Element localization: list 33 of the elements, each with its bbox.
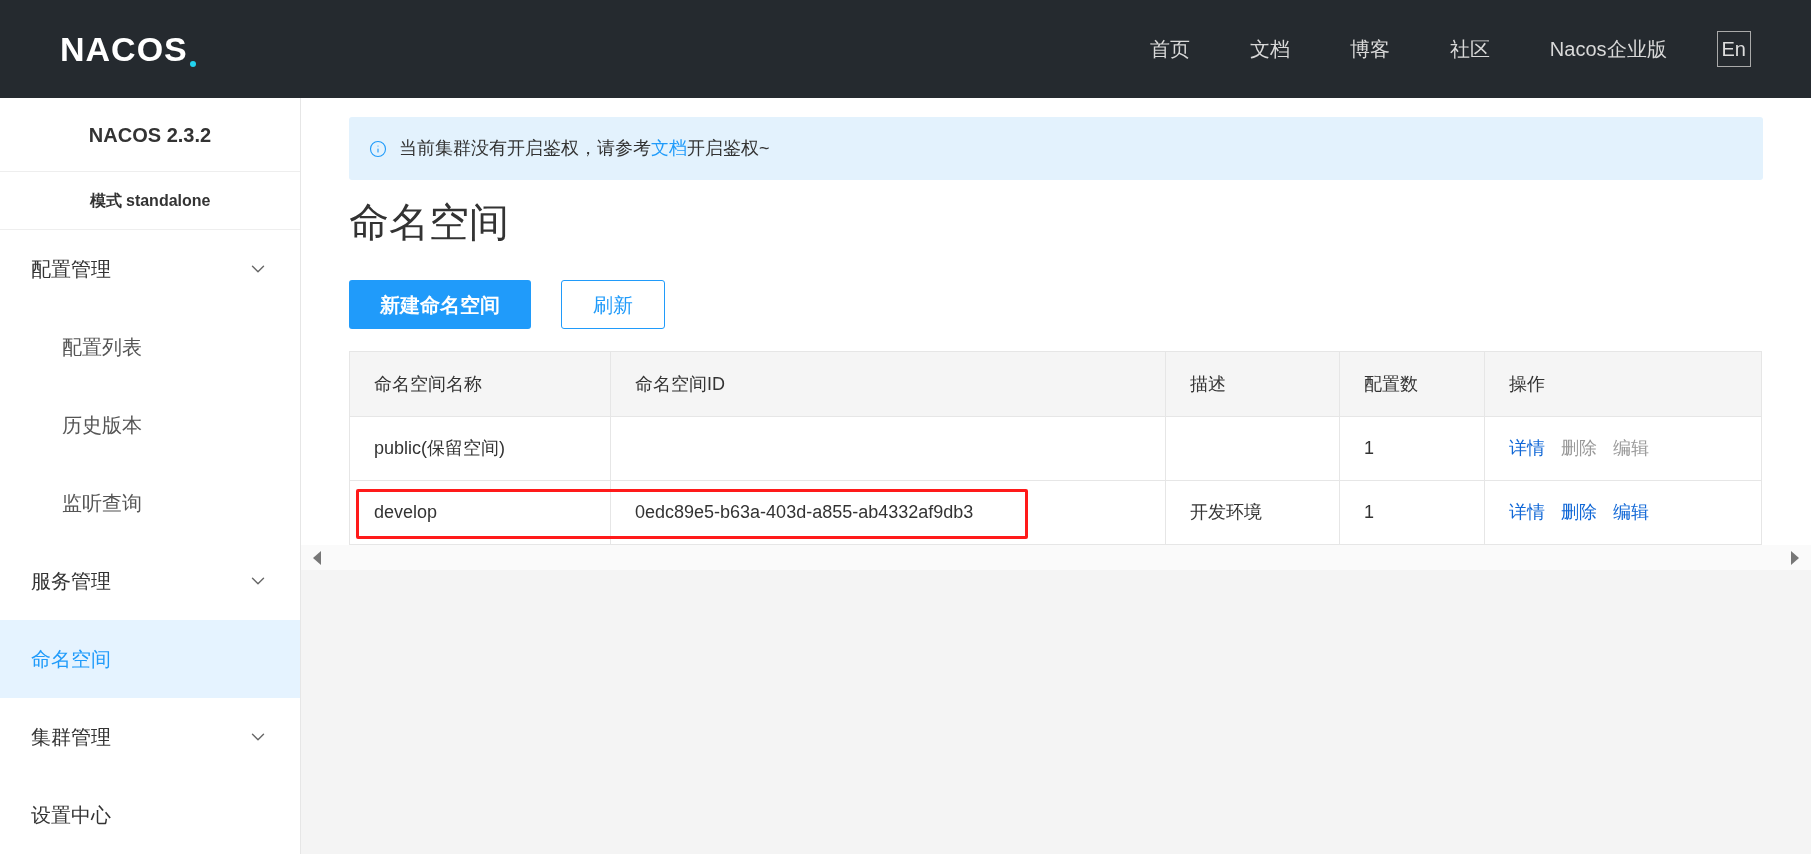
table-cell-text: 1 <box>1364 501 1374 524</box>
action-link[interactable]: 详情 <box>1509 435 1545 462</box>
action-link[interactable]: 编辑 <box>1613 499 1649 526</box>
action-link[interactable]: 详情 <box>1509 499 1545 526</box>
logo[interactable]: NACOS <box>60 23 196 75</box>
nav-link[interactable]: 首页 <box>1149 34 1190 64</box>
action-link[interactable]: 删除 <box>1561 499 1597 526</box>
scroll-right-icon[interactable] <box>1791 550 1799 565</box>
sidebar-subitem[interactable]: 配置列表 <box>0 308 300 386</box>
mode-label: 模式 standalone <box>0 172 300 230</box>
page-title: 命名空间 <box>349 199 510 246</box>
scroll-left-icon[interactable] <box>313 550 321 565</box>
sidebar-subitem[interactable]: 历史版本 <box>0 386 300 464</box>
nav-link[interactable]: 社区 <box>1449 34 1490 64</box>
sidebar-item[interactable]: 配置管理 <box>0 230 300 308</box>
sidebar-item[interactable]: 服务管理 <box>0 542 300 620</box>
info-icon <box>369 139 387 158</box>
horizontal-scrollbar[interactable] <box>301 545 1811 570</box>
nav-link[interactable]: 文档 <box>1249 34 1290 64</box>
sidebar-subitem[interactable]: 监听查询 <box>0 464 300 542</box>
nav-link[interactable]: 博客 <box>1349 34 1390 64</box>
table-cell-text: develop <box>374 501 438 524</box>
table-cell-text: public(保留空间) <box>374 437 506 460</box>
version-label: NACOS 2.3.2 <box>0 98 300 173</box>
sidebar-item[interactable]: 集群管理 <box>0 698 300 776</box>
table-cell-text: 开发环境 <box>1190 501 1262 524</box>
nav-link[interactable]: Nacos企业版 <box>1549 34 1667 64</box>
sidebar-item[interactable]: 设置中心 <box>0 776 300 854</box>
table-cell-text: 1 <box>1364 437 1374 460</box>
notice-text: 当前集群没有开启鉴权，请参考文档开启鉴权~ <box>399 137 770 160</box>
table-cell-text: 0edc89e5-b63a-403d-a855-ab4332af9db3 <box>635 501 974 524</box>
language-button[interactable]: En <box>1716 31 1751 67</box>
column-header: 操作 <box>1508 372 1546 396</box>
